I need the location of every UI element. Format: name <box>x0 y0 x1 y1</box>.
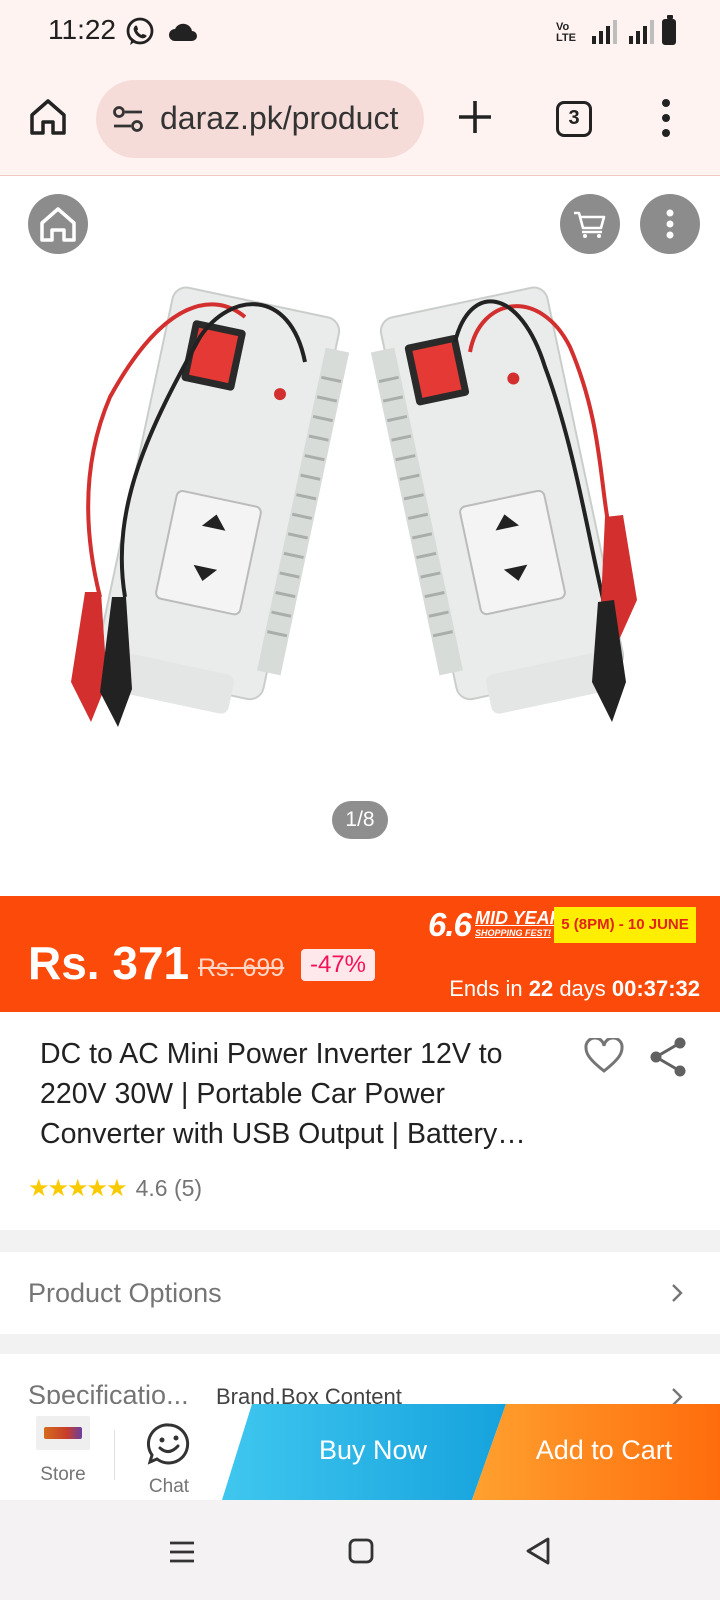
chevron-right-icon <box>672 1388 683 1404</box>
home-icon <box>40 207 76 242</box>
product-info: DC to AC Mini Power Inverter 12V to 220V… <box>0 1012 720 1230</box>
store-button[interactable]: Store <box>30 1412 96 1486</box>
specifications-label: Specificatio... <box>28 1380 189 1404</box>
home-icon[interactable] <box>28 97 68 137</box>
festival-dates: 5 (8PM) - 10 JUNE <box>554 907 696 943</box>
status-icons: Vo LTE <box>556 15 676 48</box>
signal-icon <box>629 20 654 44</box>
product-gallery[interactable]: 1/8 <box>0 177 720 896</box>
gallery-home-button[interactable] <box>28 194 88 254</box>
price-banner: Rs. 371 Rs. 699 -47% 6.6 MID YEAR SHOPPI… <box>0 896 720 1012</box>
rating[interactable]: ★★★★★ 4.6 (5) <box>28 1174 202 1203</box>
add-to-cart-label: Add to Cart <box>535 1435 673 1465</box>
status-time: 11:22 <box>48 14 116 45</box>
cart-icon <box>574 211 606 238</box>
cloud-icon <box>169 23 197 41</box>
system-nav-bar <box>0 1500 720 1600</box>
festival-subtitle: SHOPPING FEST! <box>475 928 552 938</box>
store-label: Store <box>40 1464 86 1485</box>
status-bar: 11:22 Vo LTE <box>0 0 720 62</box>
product-options-row[interactable]: Product Options <box>0 1252 720 1334</box>
url-text[interactable]: daraz.pk/product <box>160 100 398 137</box>
countdown: Ends in 22 days 00:37:32 <box>449 976 700 1002</box>
volte-icon: Vo LTE <box>556 21 576 44</box>
buy-now-button[interactable]: Buy Now <box>222 1404 506 1500</box>
divider <box>0 1230 720 1252</box>
heart-icon[interactable] <box>584 1038 624 1074</box>
countdown-days-label: days <box>559 976 606 1001</box>
chat-label: Chat <box>148 1476 190 1497</box>
gallery-more-button[interactable] <box>640 194 700 254</box>
recents-icon[interactable] <box>168 1540 196 1564</box>
whatsapp-icon <box>126 17 154 45</box>
gallery-cart-button[interactable] <box>560 194 620 254</box>
more-vert-icon <box>666 209 674 239</box>
specifications-row[interactable]: Specificatio... Brand,Box Content <box>0 1354 720 1404</box>
festival-title: MID YEAR <box>475 908 563 928</box>
festival-name: MID YEAR SHOPPING FEST! <box>475 908 563 939</box>
countdown-time: 00:37:32 <box>611 976 700 1001</box>
countdown-prefix: Ends in <box>449 976 523 1001</box>
signal-icon <box>592 20 617 44</box>
rating-value: 4.6 (5) <box>136 1175 203 1202</box>
tune-icon[interactable] <box>112 104 144 134</box>
product-options-label: Product Options <box>28 1278 222 1308</box>
store-logo <box>36 1416 90 1450</box>
current-price: Rs. 371 <box>28 937 190 989</box>
specifications-value: Brand,Box Content <box>216 1384 402 1404</box>
browser-toolbar: daraz.pk/product 3 <box>0 62 720 176</box>
plus-icon[interactable] <box>456 98 494 136</box>
rating-stars: ★★★★★ <box>28 1175 128 1202</box>
home-icon[interactable] <box>348 1538 374 1564</box>
product-image[interactable] <box>0 177 720 896</box>
rating-score: 4.6 <box>135 1175 168 1201</box>
divider <box>114 1430 115 1480</box>
chat-button[interactable]: Chat <box>136 1422 202 1498</box>
buy-now-label: Buy Now <box>318 1435 428 1465</box>
chat-icon <box>147 1423 190 1465</box>
discount-badge: -47% <box>301 949 375 981</box>
original-price: Rs. 699 <box>198 954 285 982</box>
review-count: (5) <box>173 1175 203 1201</box>
chevron-right-icon <box>672 1284 683 1302</box>
address-bar[interactable]: daraz.pk/product <box>96 80 424 158</box>
product-title: DC to AC Mini Power Inverter 12V to 220V… <box>40 1038 526 1150</box>
battery-icon <box>662 15 676 45</box>
back-icon[interactable] <box>524 1536 552 1566</box>
tabs-icon[interactable]: 3 <box>556 101 592 137</box>
image-counter: 1/8 <box>332 801 388 839</box>
countdown-days: 22 <box>528 976 554 1001</box>
add-to-cart-button[interactable]: Add to Cart <box>472 1404 720 1500</box>
more-vert-icon[interactable] <box>660 98 672 138</box>
divider <box>0 1334 720 1354</box>
action-bar: Store Chat Buy Now Add to Cart <box>0 1404 720 1500</box>
share-icon[interactable] <box>648 1036 688 1078</box>
festival-number: 6.6 <box>428 906 472 943</box>
